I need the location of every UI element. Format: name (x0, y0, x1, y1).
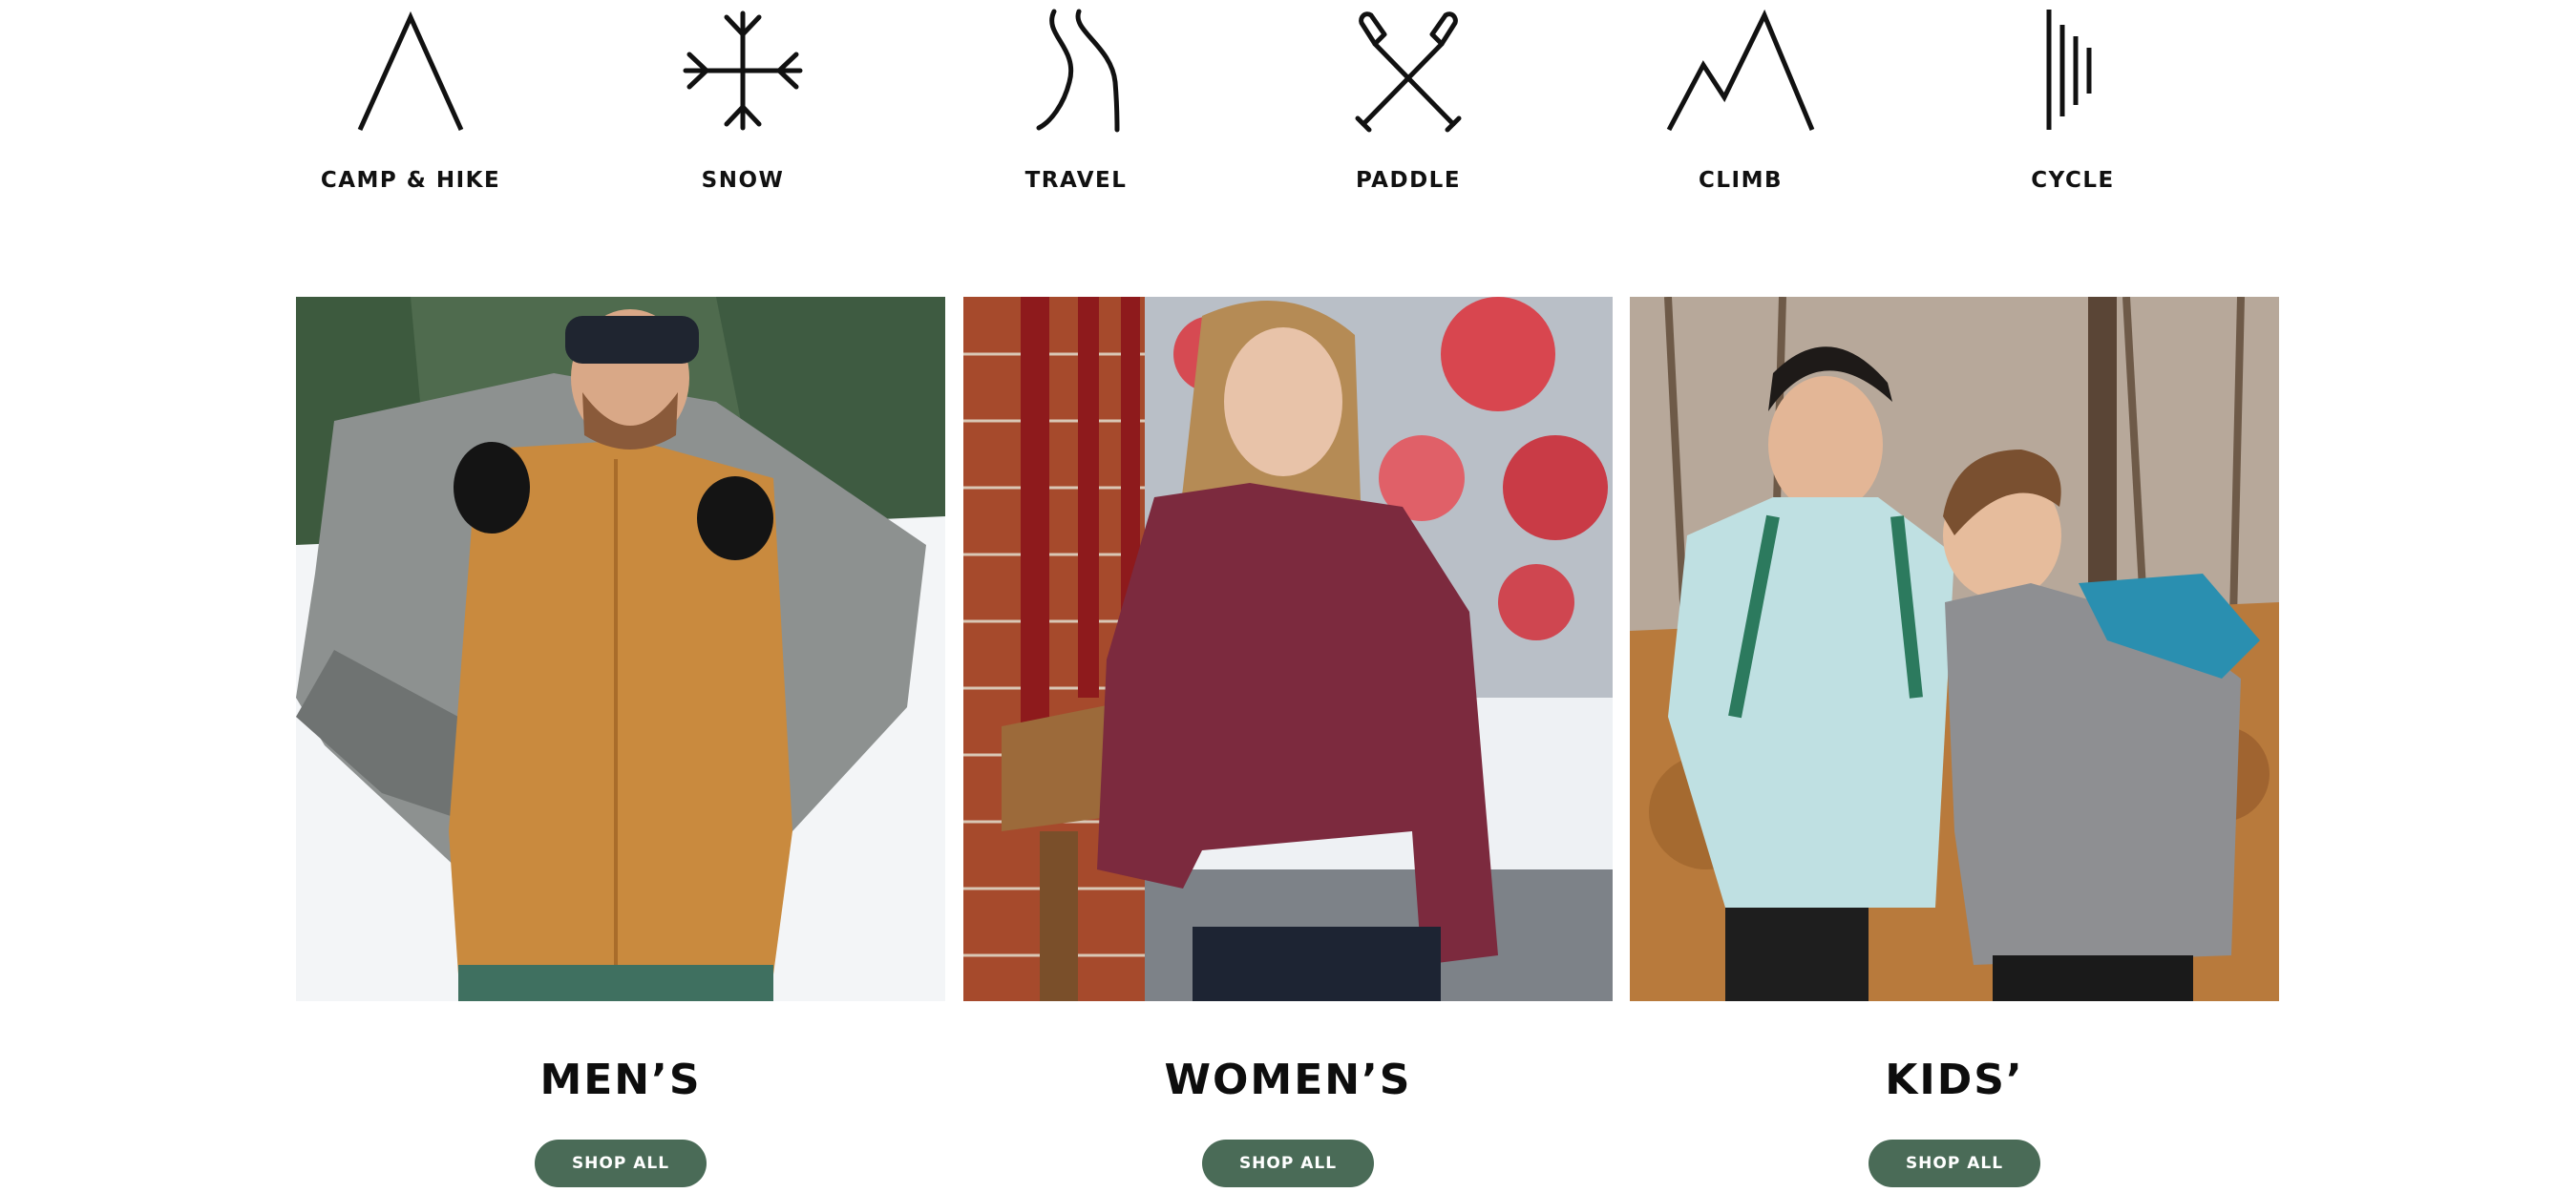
speed-lines-icon (2001, 6, 2144, 136)
activity-nav: CAMP & HIKE SNOW TRAVEL PADDLE CLIMB CYC… (296, 0, 2280, 210)
winding-road-icon (1004, 6, 1148, 136)
kids-photo[interactable] (1630, 297, 2279, 1001)
category-card-mens: MEN’S SHOP ALL (296, 297, 945, 1193)
category-title: MEN’S (539, 1056, 702, 1104)
activity-camp-hike[interactable]: CAMP & HIKE (296, 0, 525, 210)
activity-climb[interactable]: CLIMB (1626, 0, 1855, 210)
mountain-peaks-icon (1666, 6, 1815, 136)
page: CAMP & HIKE SNOW TRAVEL PADDLE CLIMB CYC… (0, 0, 2576, 1193)
activity-label: TRAVEL (1024, 168, 1128, 193)
category-title: KIDS’ (1885, 1056, 2024, 1104)
tent-icon (339, 6, 482, 136)
category-card-womens: WOMEN’S SHOP ALL (963, 297, 1613, 1193)
activity-paddle[interactable]: PADDLE (1294, 0, 1523, 210)
shop-all-womens-button[interactable]: SHOP ALL (1202, 1140, 1374, 1187)
activity-label: PADDLE (1355, 168, 1462, 193)
snowflake-icon (671, 6, 814, 136)
activity-label: CLIMB (1698, 168, 1783, 193)
category-card-kids: KIDS’ SHOP ALL (1630, 297, 2279, 1193)
shop-all-mens-button[interactable]: SHOP ALL (535, 1140, 707, 1187)
crossed-paddles-icon (1337, 6, 1480, 136)
activity-label: CAMP & HIKE (320, 168, 501, 193)
activity-label: SNOW (701, 168, 785, 193)
womens-photo[interactable] (963, 297, 1613, 1001)
activity-travel[interactable]: TRAVEL (961, 0, 1191, 210)
activity-snow[interactable]: SNOW (628, 0, 857, 210)
activity-cycle[interactable]: CYCLE (1958, 0, 2187, 210)
activity-label: CYCLE (2031, 168, 2115, 193)
category-title: WOMEN’S (1164, 1056, 1412, 1104)
shop-all-kids-button[interactable]: SHOP ALL (1869, 1140, 2040, 1187)
mens-photo[interactable] (296, 297, 945, 1001)
